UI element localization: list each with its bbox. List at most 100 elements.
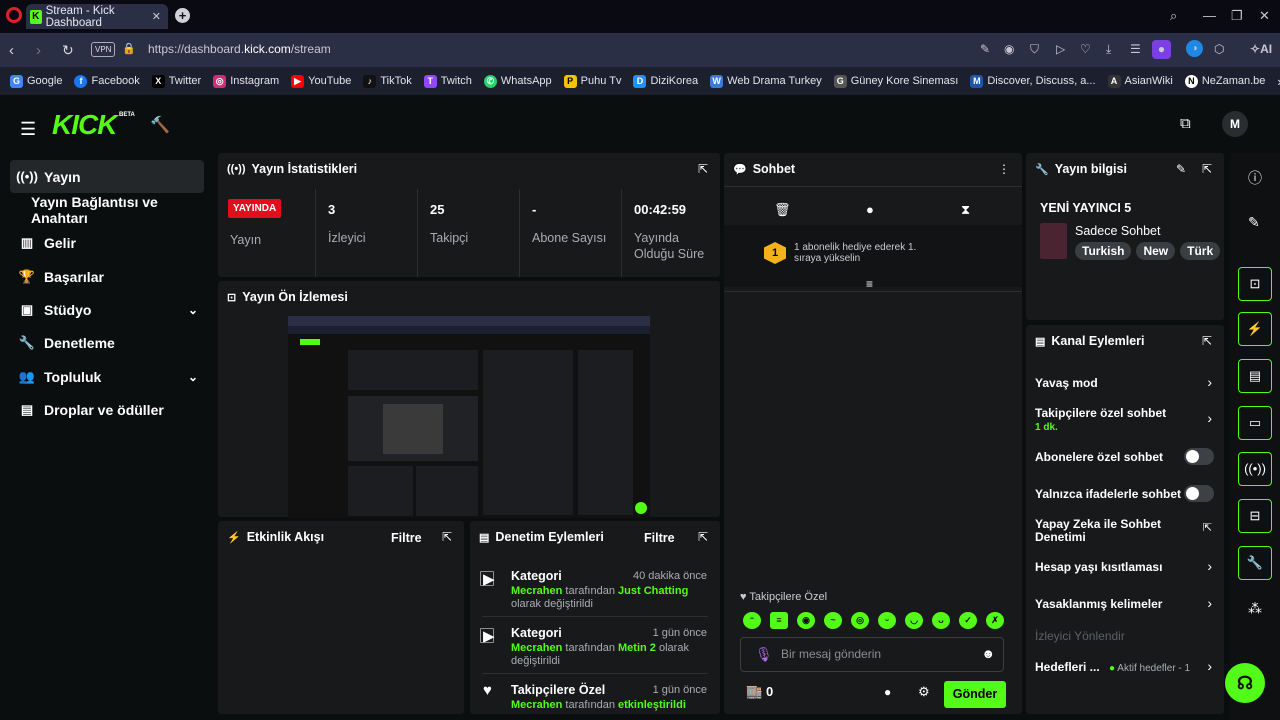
bookmark-puhutv[interactable]: P Puhu Tv	[563, 74, 621, 88]
bookmark-instagram[interactable]: ◎ Instagram	[213, 74, 279, 88]
emote-icon[interactable]: ◉	[797, 612, 815, 629]
emote-icon[interactable]: ◡	[905, 612, 923, 629]
lightning-icon[interactable]: ⚡	[1238, 312, 1272, 346]
tag[interactable]: Türk	[1180, 242, 1221, 260]
external-link-icon[interactable]: ⇱	[1203, 521, 1212, 534]
forward-icon[interactable]: ›	[36, 42, 41, 59]
menu-icon[interactable]: ☰	[1130, 42, 1141, 56]
profile-icon[interactable]: ●	[1152, 40, 1171, 59]
mod-filter-button[interactable]: Filtre	[644, 531, 675, 545]
url-field[interactable]: https://dashboard.kick.com/stream	[148, 42, 331, 56]
store-icon[interactable]: 🏬	[746, 684, 762, 700]
sidebar-item-revenue[interactable]: ▥ Gelir	[10, 226, 204, 259]
send-icon[interactable]: ▷	[1056, 42, 1065, 56]
hammer-icon[interactable]: 🔨	[150, 115, 170, 135]
minimize-icon[interactable]: —	[1203, 8, 1216, 23]
bookmark-twitch[interactable]: T Twitch	[423, 74, 472, 88]
kick-logo[interactable]: KICK	[52, 109, 117, 141]
bookmark-google[interactable]: G Google	[10, 74, 62, 88]
support-chat-button[interactable]: ☊	[1225, 663, 1265, 703]
bookmark-webdrama[interactable]: W Web Drama Turkey	[710, 74, 822, 88]
preview-toggle-icon[interactable]: ⊡	[1238, 267, 1272, 301]
sidebar-item-stream-key[interactable]: Yayın Bağlantısı ve Anahtarı	[10, 193, 204, 226]
chat-icon[interactable]: ▭	[1238, 406, 1272, 440]
emote-icon[interactable]: ✓	[959, 612, 977, 629]
bookmark-guneykore[interactable]: G Güney Kore Sineması	[833, 74, 958, 88]
emote-icon[interactable]: ◎	[851, 612, 869, 629]
search-tabs-icon[interactable]: ⌕	[1170, 8, 1177, 24]
viewer-redirect-item[interactable]: İzleyici Yönlendir	[1035, 630, 1215, 643]
wrench-icon[interactable]: 🔧	[1238, 546, 1272, 580]
slow-mode-item[interactable]: Yavaş mod	[1035, 377, 1215, 390]
extension-icon[interactable]: ◑	[1186, 40, 1203, 57]
stream-preview-video[interactable]	[288, 316, 650, 518]
camera-icon[interactable]: ◉	[1004, 42, 1014, 56]
settings-gear-icon[interactable]: ⚙	[918, 684, 930, 700]
emote-icon[interactable]: ~	[824, 612, 842, 629]
chevron-right-icon[interactable]: ›	[1207, 658, 1212, 674]
microphone-icon[interactable]: 🎙	[755, 646, 773, 663]
screen-icon[interactable]: ⧉	[1180, 115, 1191, 132]
actions-icon[interactable]: ⊟	[1238, 499, 1272, 533]
sidebar-item-studio[interactable]: ▣ Stüdyo ⌄	[10, 293, 204, 326]
banned-words-item[interactable]: Yasaklanmış kelimeler	[1035, 598, 1215, 611]
bookmark-discover[interactable]: M Discover, Discuss, a...	[970, 74, 1096, 88]
bookmark-twitter[interactable]: X Twitter	[151, 74, 201, 88]
emote-icon[interactable]: ᴗ	[932, 612, 950, 629]
heart-icon[interactable]: ♡	[1080, 42, 1091, 56]
subs-chat-toggle[interactable]	[1184, 448, 1214, 465]
bookmark-nezaman[interactable]: N NeZaman.be	[1184, 74, 1265, 88]
chevron-right-icon[interactable]: ›	[1207, 410, 1212, 426]
browser-tab[interactable]: K Stream - Kick Dashboard ✕	[26, 4, 168, 29]
chevron-right-icon[interactable]: ›	[1207, 374, 1212, 390]
tag[interactable]: New	[1136, 242, 1176, 260]
account-age-item[interactable]: Hesap yaşı kısıtlaması	[1035, 561, 1215, 574]
hourglass-icon[interactable]: ⧗	[961, 202, 970, 218]
emote-icon[interactable]: ᵕ	[878, 612, 896, 629]
more-options-icon[interactable]: ⋮	[998, 162, 1010, 176]
maximize-icon[interactable]: ❐	[1231, 8, 1243, 24]
dots-icon[interactable]: ⁂	[1248, 600, 1262, 617]
sidebar-item-achievements[interactable]: 🏆 Başarılar	[10, 260, 204, 293]
broadcast-icon[interactable]: ((•))	[1238, 452, 1272, 486]
chevron-right-icon[interactable]: ›	[1207, 595, 1212, 611]
popout-icon[interactable]: ⇱	[698, 530, 708, 544]
edit-icon[interactable]: ✎	[980, 42, 990, 56]
ai-button[interactable]: ✧AI	[1250, 42, 1272, 56]
followers-chat-item[interactable]: Takipçilere özel sohbet	[1035, 407, 1215, 420]
new-tab-button[interactable]: +	[175, 8, 190, 23]
avatar[interactable]: M	[1222, 111, 1248, 137]
tag[interactable]: Turkish	[1075, 242, 1132, 260]
info-icon[interactable]: ⓘ	[1248, 168, 1262, 188]
bookmark-whatsapp[interactable]: ✆ WhatsApp	[483, 74, 552, 88]
vpn-badge[interactable]: VPN	[91, 42, 116, 57]
emote-icon[interactable]: ✗	[986, 612, 1004, 629]
sidebar-item-drops[interactable]: ▤ Droplar ve ödüller	[10, 393, 204, 426]
popout-icon[interactable]: ⇱	[698, 162, 708, 176]
emote-icon[interactable]: ᵔ	[743, 612, 761, 629]
trash-icon[interactable]: 🗑	[774, 202, 791, 218]
edit-pencil-icon[interactable]: ✎	[1176, 162, 1186, 176]
close-tab-icon[interactable]: ✕	[152, 10, 161, 23]
sidebar-item-stream[interactable]: ((•)) Yayın	[10, 160, 204, 193]
chevron-right-icon[interactable]: ›	[1207, 558, 1212, 574]
send-button[interactable]: Gönder	[944, 681, 1006, 708]
goals-item[interactable]: Hedefleri ...	[1035, 661, 1115, 674]
activity-filter-button[interactable]: Filtre	[391, 531, 422, 545]
bookmark-tiktok[interactable]: ♪ TikTok	[363, 74, 412, 88]
bookmark-asianwiki[interactable]: A AsianWiki	[1107, 74, 1173, 88]
back-icon[interactable]: ‹	[9, 42, 14, 59]
ai-moderation-item[interactable]: Yapay Zeka ile Sohbet Denetimi	[1035, 518, 1185, 544]
emoji-icon[interactable]: ☻	[981, 646, 995, 661]
opera-logo-icon[interactable]	[6, 7, 22, 23]
popout-icon[interactable]: ⇱	[1202, 334, 1212, 348]
edit-pencil-icon[interactable]: ✎	[1248, 214, 1260, 231]
lock-icon[interactable]: 🔒	[122, 42, 136, 55]
close-window-icon[interactable]: ✕	[1259, 8, 1270, 24]
expand-icon[interactable]: ≡	[866, 277, 873, 291]
reload-icon[interactable]: ↻	[62, 42, 74, 59]
popout-icon[interactable]: ⇱	[1202, 162, 1212, 176]
notes-icon[interactable]: ▤	[1238, 359, 1272, 393]
chat-input[interactable]	[781, 647, 961, 661]
popout-icon[interactable]: ⇱	[442, 530, 452, 544]
